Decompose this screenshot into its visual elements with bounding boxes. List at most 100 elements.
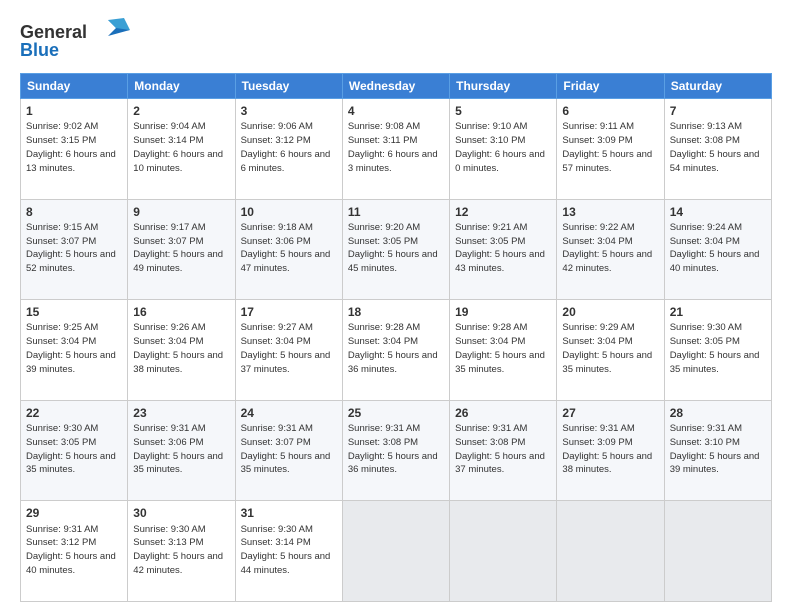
- day-number: 19: [455, 304, 551, 320]
- calendar-day-cell: 28 Sunrise: 9:31 AMSunset: 3:10 PMDaylig…: [664, 400, 771, 501]
- weekday-header: Saturday: [664, 74, 771, 99]
- day-number: 7: [670, 103, 766, 119]
- calendar-day-cell: 5 Sunrise: 9:10 AMSunset: 3:10 PMDayligh…: [450, 99, 557, 200]
- day-number: 6: [562, 103, 658, 119]
- day-info: Sunrise: 9:08 AMSunset: 3:11 PMDaylight:…: [348, 121, 438, 173]
- day-number: 2: [133, 103, 229, 119]
- calendar-day-cell: 20 Sunrise: 9:29 AMSunset: 3:04 PMDaylig…: [557, 300, 664, 401]
- day-number: 26: [455, 405, 551, 421]
- day-info: Sunrise: 9:27 AMSunset: 3:04 PMDaylight:…: [241, 322, 331, 374]
- calendar-day-cell: 26 Sunrise: 9:31 AMSunset: 3:08 PMDaylig…: [450, 400, 557, 501]
- calendar-day-cell: 22 Sunrise: 9:30 AMSunset: 3:05 PMDaylig…: [21, 400, 128, 501]
- calendar-week-row: 1 Sunrise: 9:02 AMSunset: 3:15 PMDayligh…: [21, 99, 772, 200]
- weekday-header: Wednesday: [342, 74, 449, 99]
- day-info: Sunrise: 9:30 AMSunset: 3:13 PMDaylight:…: [133, 524, 223, 576]
- day-info: Sunrise: 9:26 AMSunset: 3:04 PMDaylight:…: [133, 322, 223, 374]
- calendar-day-cell: 23 Sunrise: 9:31 AMSunset: 3:06 PMDaylig…: [128, 400, 235, 501]
- calendar-day-cell: 8 Sunrise: 9:15 AMSunset: 3:07 PMDayligh…: [21, 199, 128, 300]
- calendar-day-cell: 30 Sunrise: 9:30 AMSunset: 3:13 PMDaylig…: [128, 501, 235, 602]
- day-number: 20: [562, 304, 658, 320]
- calendar-week-row: 8 Sunrise: 9:15 AMSunset: 3:07 PMDayligh…: [21, 199, 772, 300]
- calendar-day-cell: 31 Sunrise: 9:30 AMSunset: 3:14 PMDaylig…: [235, 501, 342, 602]
- svg-text:Blue: Blue: [20, 40, 59, 60]
- day-number: 14: [670, 204, 766, 220]
- day-info: Sunrise: 9:06 AMSunset: 3:12 PMDaylight:…: [241, 121, 331, 173]
- calendar-week-row: 29 Sunrise: 9:31 AMSunset: 3:12 PMDaylig…: [21, 501, 772, 602]
- day-number: 11: [348, 204, 444, 220]
- calendar-table: SundayMondayTuesdayWednesdayThursdayFrid…: [20, 73, 772, 602]
- calendar-day-cell: 9 Sunrise: 9:17 AMSunset: 3:07 PMDayligh…: [128, 199, 235, 300]
- day-number: 29: [26, 505, 122, 521]
- calendar-day-cell: 25 Sunrise: 9:31 AMSunset: 3:08 PMDaylig…: [342, 400, 449, 501]
- weekday-header: Friday: [557, 74, 664, 99]
- day-number: 30: [133, 505, 229, 521]
- calendar-day-cell: 4 Sunrise: 9:08 AMSunset: 3:11 PMDayligh…: [342, 99, 449, 200]
- calendar-week-row: 15 Sunrise: 9:25 AMSunset: 3:04 PMDaylig…: [21, 300, 772, 401]
- day-number: 13: [562, 204, 658, 220]
- calendar-day-cell: 21 Sunrise: 9:30 AMSunset: 3:05 PMDaylig…: [664, 300, 771, 401]
- calendar-day-cell: 10 Sunrise: 9:18 AMSunset: 3:06 PMDaylig…: [235, 199, 342, 300]
- day-info: Sunrise: 9:28 AMSunset: 3:04 PMDaylight:…: [348, 322, 438, 374]
- calendar-day-cell: 14 Sunrise: 9:24 AMSunset: 3:04 PMDaylig…: [664, 199, 771, 300]
- calendar-day-cell: 16 Sunrise: 9:26 AMSunset: 3:04 PMDaylig…: [128, 300, 235, 401]
- day-info: Sunrise: 9:15 AMSunset: 3:07 PMDaylight:…: [26, 222, 116, 274]
- day-info: Sunrise: 9:31 AMSunset: 3:08 PMDaylight:…: [348, 423, 438, 475]
- calendar-day-cell: 29 Sunrise: 9:31 AMSunset: 3:12 PMDaylig…: [21, 501, 128, 602]
- weekday-header: Tuesday: [235, 74, 342, 99]
- calendar-day-cell: 6 Sunrise: 9:11 AMSunset: 3:09 PMDayligh…: [557, 99, 664, 200]
- calendar-day-cell: 11 Sunrise: 9:20 AMSunset: 3:05 PMDaylig…: [342, 199, 449, 300]
- day-number: 31: [241, 505, 337, 521]
- day-number: 9: [133, 204, 229, 220]
- header: General Blue: [20, 16, 772, 65]
- calendar-day-cell: [450, 501, 557, 602]
- calendar-day-cell: 1 Sunrise: 9:02 AMSunset: 3:15 PMDayligh…: [21, 99, 128, 200]
- day-number: 25: [348, 405, 444, 421]
- day-number: 1: [26, 103, 122, 119]
- calendar-day-cell: 18 Sunrise: 9:28 AMSunset: 3:04 PMDaylig…: [342, 300, 449, 401]
- weekday-header: Monday: [128, 74, 235, 99]
- calendar-day-cell: 24 Sunrise: 9:31 AMSunset: 3:07 PMDaylig…: [235, 400, 342, 501]
- day-info: Sunrise: 9:02 AMSunset: 3:15 PMDaylight:…: [26, 121, 116, 173]
- day-number: 12: [455, 204, 551, 220]
- calendar-day-cell: [342, 501, 449, 602]
- calendar-day-cell: 19 Sunrise: 9:28 AMSunset: 3:04 PMDaylig…: [450, 300, 557, 401]
- day-number: 4: [348, 103, 444, 119]
- calendar-day-cell: 15 Sunrise: 9:25 AMSunset: 3:04 PMDaylig…: [21, 300, 128, 401]
- calendar-day-cell: 27 Sunrise: 9:31 AMSunset: 3:09 PMDaylig…: [557, 400, 664, 501]
- day-info: Sunrise: 9:30 AMSunset: 3:05 PMDaylight:…: [670, 322, 760, 374]
- calendar-day-cell: 3 Sunrise: 9:06 AMSunset: 3:12 PMDayligh…: [235, 99, 342, 200]
- day-info: Sunrise: 9:30 AMSunset: 3:14 PMDaylight:…: [241, 524, 331, 576]
- logo-svg: General Blue: [20, 16, 130, 60]
- calendar-day-cell: 12 Sunrise: 9:21 AMSunset: 3:05 PMDaylig…: [450, 199, 557, 300]
- day-info: Sunrise: 9:04 AMSunset: 3:14 PMDaylight:…: [133, 121, 223, 173]
- day-number: 24: [241, 405, 337, 421]
- calendar-day-cell: [664, 501, 771, 602]
- day-number: 28: [670, 405, 766, 421]
- calendar-week-row: 22 Sunrise: 9:30 AMSunset: 3:05 PMDaylig…: [21, 400, 772, 501]
- day-number: 23: [133, 405, 229, 421]
- day-info: Sunrise: 9:31 AMSunset: 3:08 PMDaylight:…: [455, 423, 545, 475]
- day-number: 22: [26, 405, 122, 421]
- calendar-day-cell: 13 Sunrise: 9:22 AMSunset: 3:04 PMDaylig…: [557, 199, 664, 300]
- day-info: Sunrise: 9:22 AMSunset: 3:04 PMDaylight:…: [562, 222, 652, 274]
- day-info: Sunrise: 9:24 AMSunset: 3:04 PMDaylight:…: [670, 222, 760, 274]
- day-number: 21: [670, 304, 766, 320]
- day-number: 3: [241, 103, 337, 119]
- day-info: Sunrise: 9:30 AMSunset: 3:05 PMDaylight:…: [26, 423, 116, 475]
- day-info: Sunrise: 9:25 AMSunset: 3:04 PMDaylight:…: [26, 322, 116, 374]
- day-info: Sunrise: 9:31 AMSunset: 3:12 PMDaylight:…: [26, 524, 116, 576]
- day-number: 5: [455, 103, 551, 119]
- day-number: 10: [241, 204, 337, 220]
- day-info: Sunrise: 9:18 AMSunset: 3:06 PMDaylight:…: [241, 222, 331, 274]
- day-number: 18: [348, 304, 444, 320]
- day-number: 15: [26, 304, 122, 320]
- day-info: Sunrise: 9:31 AMSunset: 3:07 PMDaylight:…: [241, 423, 331, 475]
- page: General Blue SundayMondayTuesdayWednesda…: [0, 0, 792, 612]
- day-info: Sunrise: 9:20 AMSunset: 3:05 PMDaylight:…: [348, 222, 438, 274]
- day-info: Sunrise: 9:10 AMSunset: 3:10 PMDaylight:…: [455, 121, 545, 173]
- calendar-day-cell: 17 Sunrise: 9:27 AMSunset: 3:04 PMDaylig…: [235, 300, 342, 401]
- weekday-header: Sunday: [21, 74, 128, 99]
- day-number: 8: [26, 204, 122, 220]
- day-info: Sunrise: 9:28 AMSunset: 3:04 PMDaylight:…: [455, 322, 545, 374]
- day-info: Sunrise: 9:21 AMSunset: 3:05 PMDaylight:…: [455, 222, 545, 274]
